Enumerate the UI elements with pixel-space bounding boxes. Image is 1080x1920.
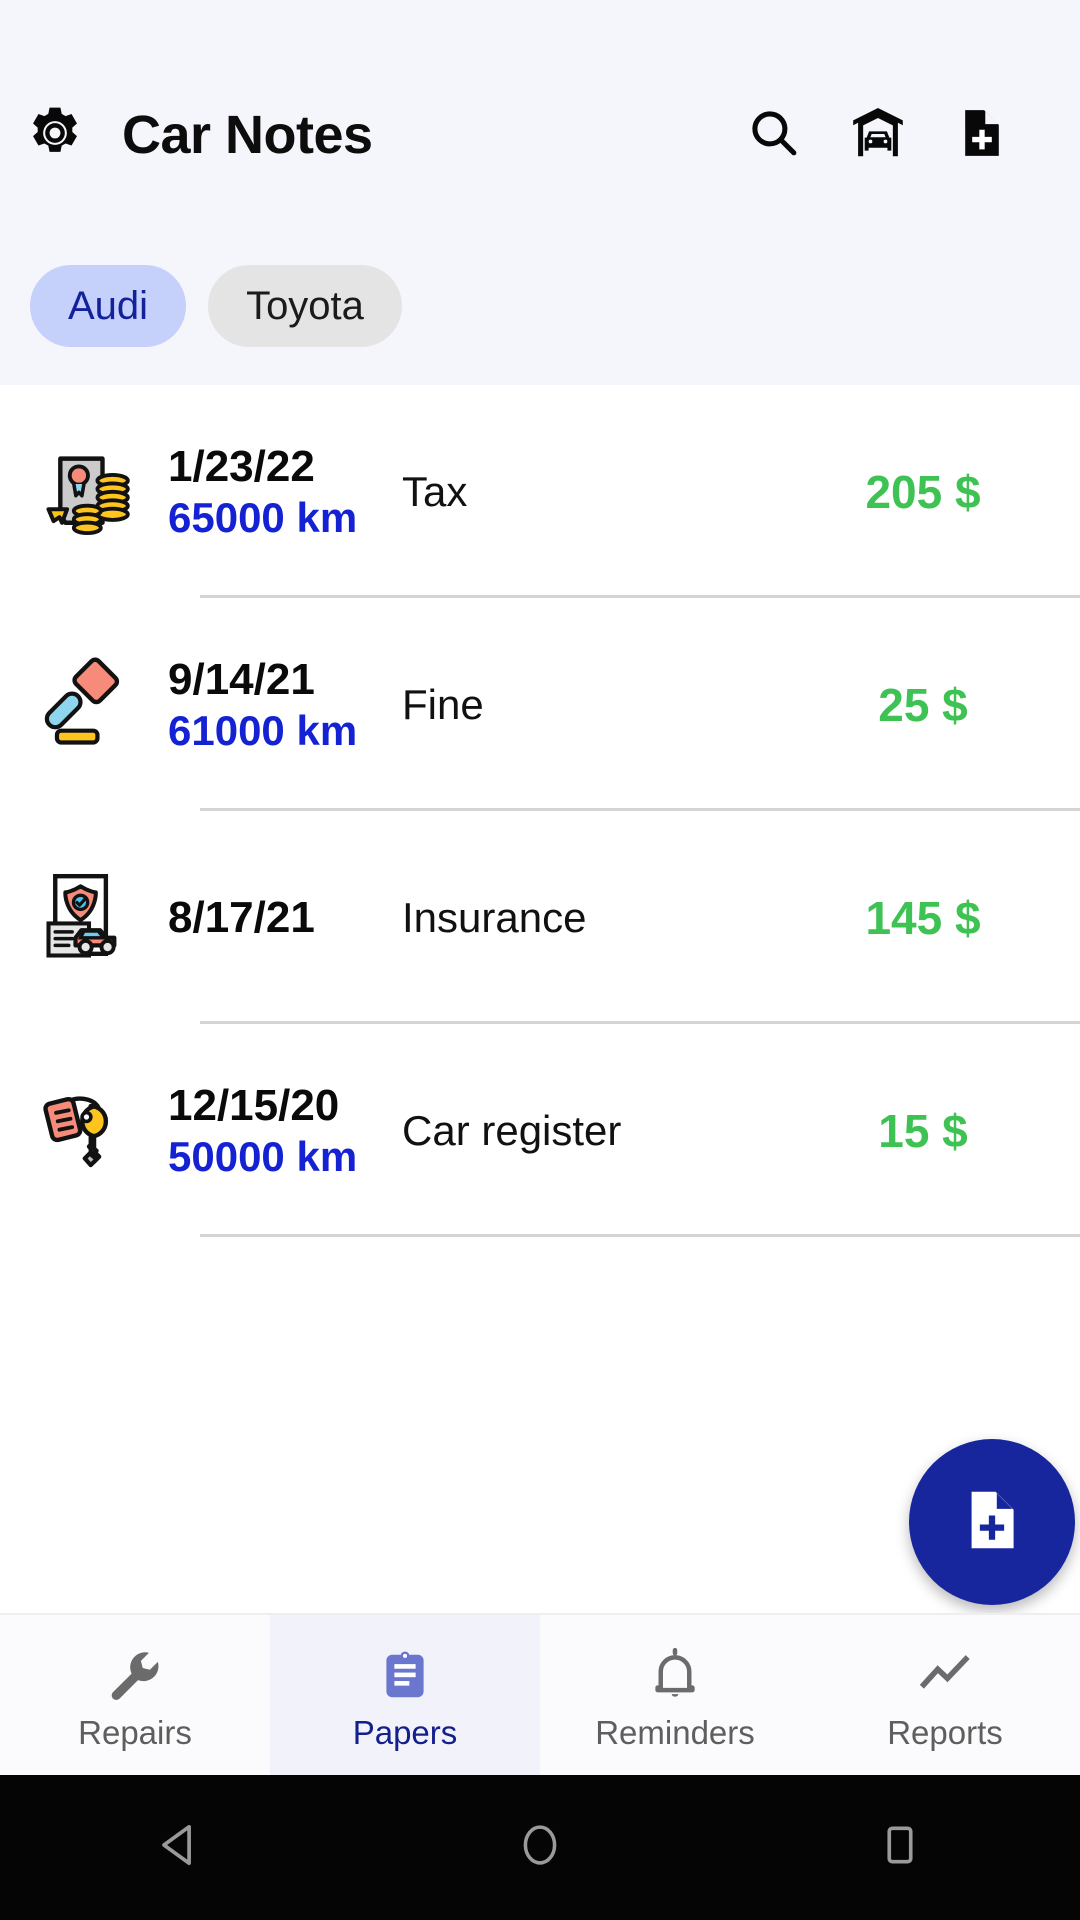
app-header: Car Notes Audi Toyota (0, 0, 1080, 385)
car-chip-audi[interactable]: Audi (30, 265, 187, 347)
row-odometer: 50000 km (168, 1132, 358, 1180)
clipboard-icon (376, 1642, 434, 1704)
row-icon (0, 811, 160, 1024)
paper-row[interactable]: 9/14/21 61000 km Fine 25 $ (0, 598, 1080, 811)
wrench-icon (106, 1642, 164, 1704)
row-title: Tax (402, 467, 468, 515)
garage-button[interactable] (826, 85, 930, 185)
nav-item-repairs[interactable]: Repairs (0, 1615, 270, 1775)
bottom-navigation: Repairs Papers Reminders Reports (0, 1613, 1080, 1775)
row-meta: 8/17/21 (160, 892, 388, 944)
row-meta: 12/15/20 50000 km (160, 1080, 388, 1181)
recents-button[interactable] (810, 1775, 990, 1920)
car-keys-icon (35, 1074, 143, 1187)
row-title: Fine (402, 680, 484, 728)
row-amount: 25 $ (878, 678, 968, 731)
garage-car-icon (847, 102, 909, 169)
insurance-document-car-icon (35, 861, 143, 974)
row-amount: 205 $ (865, 465, 981, 518)
back-button[interactable] (90, 1775, 270, 1920)
car-chip-label: Toyota (246, 283, 364, 328)
row-date: 8/17/21 (168, 892, 315, 942)
row-amount: 15 $ (878, 1104, 968, 1157)
nav-item-reminders[interactable]: Reminders (540, 1615, 810, 1775)
car-chip-toyota[interactable]: Toyota (208, 265, 402, 347)
page-title: Car Notes (122, 105, 373, 165)
nav-label: Papers (352, 1713, 458, 1751)
nav-item-papers[interactable]: Papers (270, 1615, 540, 1775)
row-icon (0, 385, 160, 598)
app-bar: Car Notes (0, 85, 1080, 185)
nav-item-reports[interactable]: Reports (810, 1615, 1080, 1775)
fab-circle (909, 1439, 1075, 1605)
certificate-coins-icon (35, 435, 143, 548)
row-icon (0, 598, 160, 811)
add-paper-header-button[interactable] (930, 85, 1034, 185)
row-date: 9/14/21 (168, 654, 315, 704)
row-odometer: 65000 km (168, 493, 358, 541)
document-plus-icon (954, 105, 1010, 166)
search-icon (745, 104, 803, 167)
trend-line-icon (916, 1642, 974, 1704)
settings-button[interactable] (0, 85, 110, 185)
paper-row[interactable]: 12/15/20 50000 km Car register 15 $ (0, 1024, 1080, 1237)
row-amount: 145 $ (865, 891, 981, 944)
row-date: 12/15/20 (168, 1080, 340, 1130)
nav-label: Repairs (78, 1713, 192, 1751)
search-button[interactable] (722, 85, 826, 185)
nav-label: Reminders (595, 1713, 755, 1751)
bell-icon (646, 1642, 704, 1704)
circle-home-icon (515, 1820, 565, 1875)
row-odometer: 61000 km (168, 706, 358, 754)
triangle-back-icon (154, 1819, 206, 1876)
car-chip-list: Audi Toyota (30, 265, 402, 347)
papers-list: 1/23/22 65000 km Tax 205 $ 9/14/21 61000… (0, 385, 1080, 1605)
add-paper-fab[interactable] (904, 1434, 1080, 1610)
row-divider (200, 1234, 1080, 1237)
car-chip-label: Audi (68, 283, 149, 328)
row-icon (0, 1024, 160, 1237)
paper-row[interactable]: 1/23/22 65000 km Tax 205 $ (0, 385, 1080, 598)
row-title: Insurance (402, 893, 587, 941)
row-date: 1/23/22 (168, 441, 315, 491)
home-button[interactable] (450, 1775, 630, 1920)
row-meta: 1/23/22 65000 km (160, 441, 388, 542)
gear-icon (24, 102, 86, 169)
square-recents-icon (877, 1822, 923, 1873)
nav-label: Reports (887, 1713, 1003, 1751)
gavel-icon (35, 648, 143, 761)
paper-row[interactable]: 8/17/21 Insurance 145 $ (0, 811, 1080, 1024)
android-system-navigation-bar (0, 1775, 1080, 1920)
row-title: Car register (402, 1106, 622, 1154)
document-plus-icon (956, 1484, 1028, 1561)
row-meta: 9/14/21 61000 km (160, 654, 388, 755)
